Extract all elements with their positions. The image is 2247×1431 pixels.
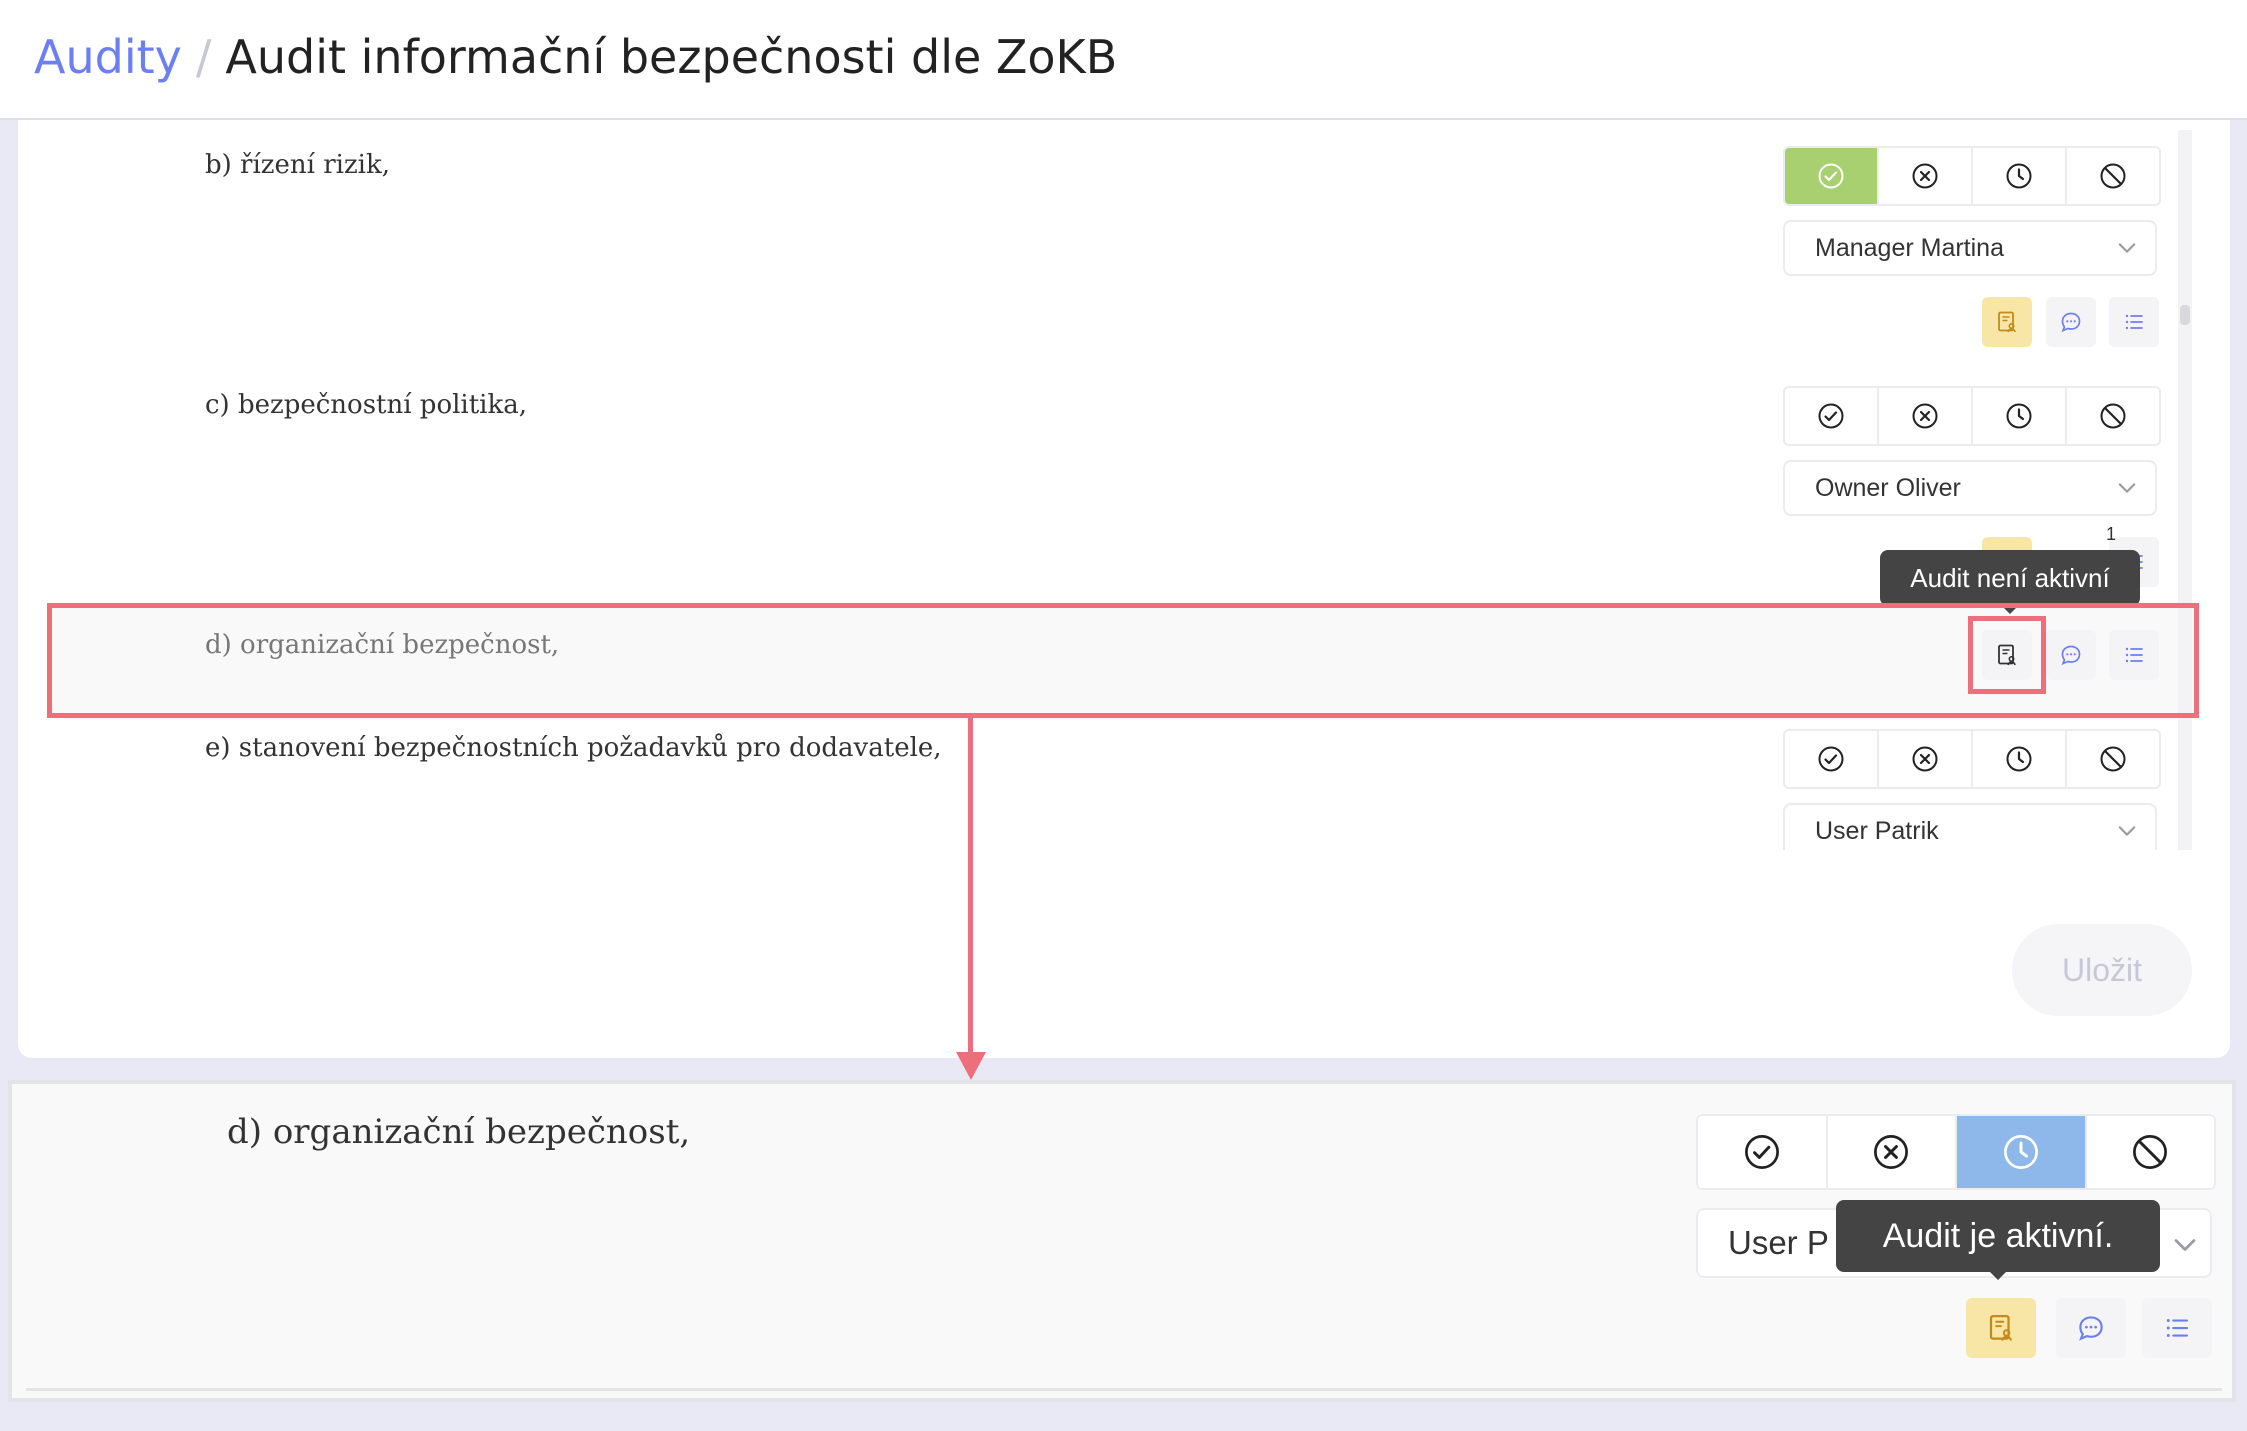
status-waiting-button[interactable]: [1973, 731, 2067, 787]
list-button[interactable]: [2142, 1298, 2212, 1358]
clock-icon: [2005, 745, 2033, 773]
annotation-arrow-head: [956, 1052, 986, 1080]
clock-icon: [2002, 1133, 2040, 1171]
audit-card: b) řízení rizik, Manager Martina c) bezp…: [18, 120, 2230, 1058]
breadcrumb-separator: /: [195, 30, 212, 84]
status-na-button[interactable]: [2067, 731, 2159, 787]
page-header: Audity / Audit informační bezpečnosti dle …: [0, 0, 2247, 120]
comment-button[interactable]: [2056, 1298, 2126, 1358]
item-text-c: c) bezpečnostní politika,: [205, 390, 528, 420]
assignee-value: Manager Martina: [1815, 233, 2004, 262]
status-waiting-button[interactable]: [1973, 148, 2067, 204]
status-waiting-button[interactable]: [1973, 388, 2067, 444]
assignee-select-c[interactable]: Owner Oliver: [1783, 460, 2157, 516]
annotation-arrow-line: [968, 718, 973, 1058]
scrollbar[interactable]: [2178, 130, 2192, 850]
tooltip-text: Audit není aktivní: [1910, 562, 2110, 593]
assignee-select-b[interactable]: Manager Martina: [1783, 220, 2157, 276]
tooltip-audit-inactive: Audit není aktivní: [1880, 550, 2140, 614]
page-title: Audit informační bezpečnosti dle ZoKB: [225, 30, 1118, 84]
check-circle-icon: [1743, 1133, 1781, 1171]
zoom-detail-panel: d) organizační bezpečnost, User P Audit …: [8, 1080, 2236, 1402]
audit-toggle-button[interactable]: [1982, 297, 2032, 347]
status-ok-button[interactable]: [1785, 148, 1879, 204]
comment-icon: [2059, 310, 2083, 334]
tooltip-text: Audit je aktivní.: [1882, 1216, 2114, 1255]
annotation-highlight-icon: [1968, 616, 2046, 694]
chevron-down-icon: [2115, 236, 2139, 260]
assignee-value: Owner Oliver: [1815, 473, 1961, 502]
chevron-down-icon: [2170, 1230, 2200, 1260]
tooltip-audit-active: Audit je aktivní.: [1836, 1200, 2160, 1280]
list-button[interactable]: [2109, 297, 2159, 347]
x-circle-icon: [1911, 162, 1939, 190]
x-circle-icon: [1911, 745, 1939, 773]
zoom-status-group: [1696, 1114, 2216, 1190]
audit-items-list[interactable]: b) řízení rizik, Manager Martina c) bezp…: [18, 120, 2200, 850]
tooltip-arrow: [1990, 1272, 2006, 1280]
breadcrumb: Audity / Audit informační bezpečnosti dle …: [34, 30, 1117, 84]
item-text-b: b) řízení rizik,: [205, 150, 390, 180]
scrollbar-thumb[interactable]: [2180, 305, 2190, 325]
status-na-button[interactable]: [2087, 1116, 2215, 1188]
status-na-button[interactable]: [2067, 148, 2159, 204]
x-circle-icon: [1872, 1133, 1910, 1171]
comment-icon: [2076, 1313, 2106, 1343]
check-circle-icon: [1817, 162, 1845, 190]
status-fail-button[interactable]: [1879, 148, 1973, 204]
status-ok-button[interactable]: [1785, 731, 1879, 787]
save-button[interactable]: Uložit: [2012, 924, 2192, 1016]
list-icon: [2162, 1313, 2192, 1343]
chevron-down-icon: [2115, 476, 2139, 500]
clock-icon: [2005, 162, 2033, 190]
x-circle-icon: [1911, 402, 1939, 430]
list-icon: [2122, 310, 2146, 334]
chevron-down-icon: [2115, 819, 2139, 843]
assignee-value: User P: [1728, 1224, 1829, 1261]
status-group-b: [1783, 146, 2161, 206]
check-circle-icon: [1817, 745, 1845, 773]
zoom-bottom-divider: [26, 1388, 2222, 1391]
status-group-c: [1783, 386, 2161, 446]
status-group-e: [1783, 729, 2161, 789]
assignee-value: User Patrik: [1815, 816, 1939, 845]
check-circle-icon: [1817, 402, 1845, 430]
status-fail-button[interactable]: [1828, 1116, 1957, 1188]
breadcrumb-link-audity[interactable]: Audity: [34, 30, 182, 84]
ban-icon: [2099, 162, 2127, 190]
zoom-item-text: d) organizační bezpečnost,: [227, 1112, 691, 1152]
status-fail-button[interactable]: [1879, 388, 1973, 444]
assignee-select-e[interactable]: User Patrik: [1783, 803, 2157, 850]
status-waiting-button[interactable]: [1957, 1116, 2087, 1188]
item-text-e: e) stanovení bezpečnostních požadavků pr…: [205, 733, 942, 763]
audit-document-icon: [1995, 310, 2019, 334]
audit-toggle-button[interactable]: [1966, 1298, 2036, 1358]
comment-count-badge: 1: [2106, 524, 2117, 544]
comment-button[interactable]: [2046, 297, 2096, 347]
ban-icon: [2099, 402, 2127, 430]
ban-icon: [2131, 1133, 2169, 1171]
status-ok-button[interactable]: [1785, 388, 1879, 444]
annotation-highlight-row: [47, 603, 2199, 718]
status-fail-button[interactable]: [1879, 731, 1973, 787]
clock-icon: [2005, 402, 2033, 430]
status-ok-button[interactable]: [1698, 1116, 1828, 1188]
audit-document-icon: [1986, 1313, 2016, 1343]
ban-icon: [2099, 745, 2127, 773]
status-na-button[interactable]: [2067, 388, 2159, 444]
